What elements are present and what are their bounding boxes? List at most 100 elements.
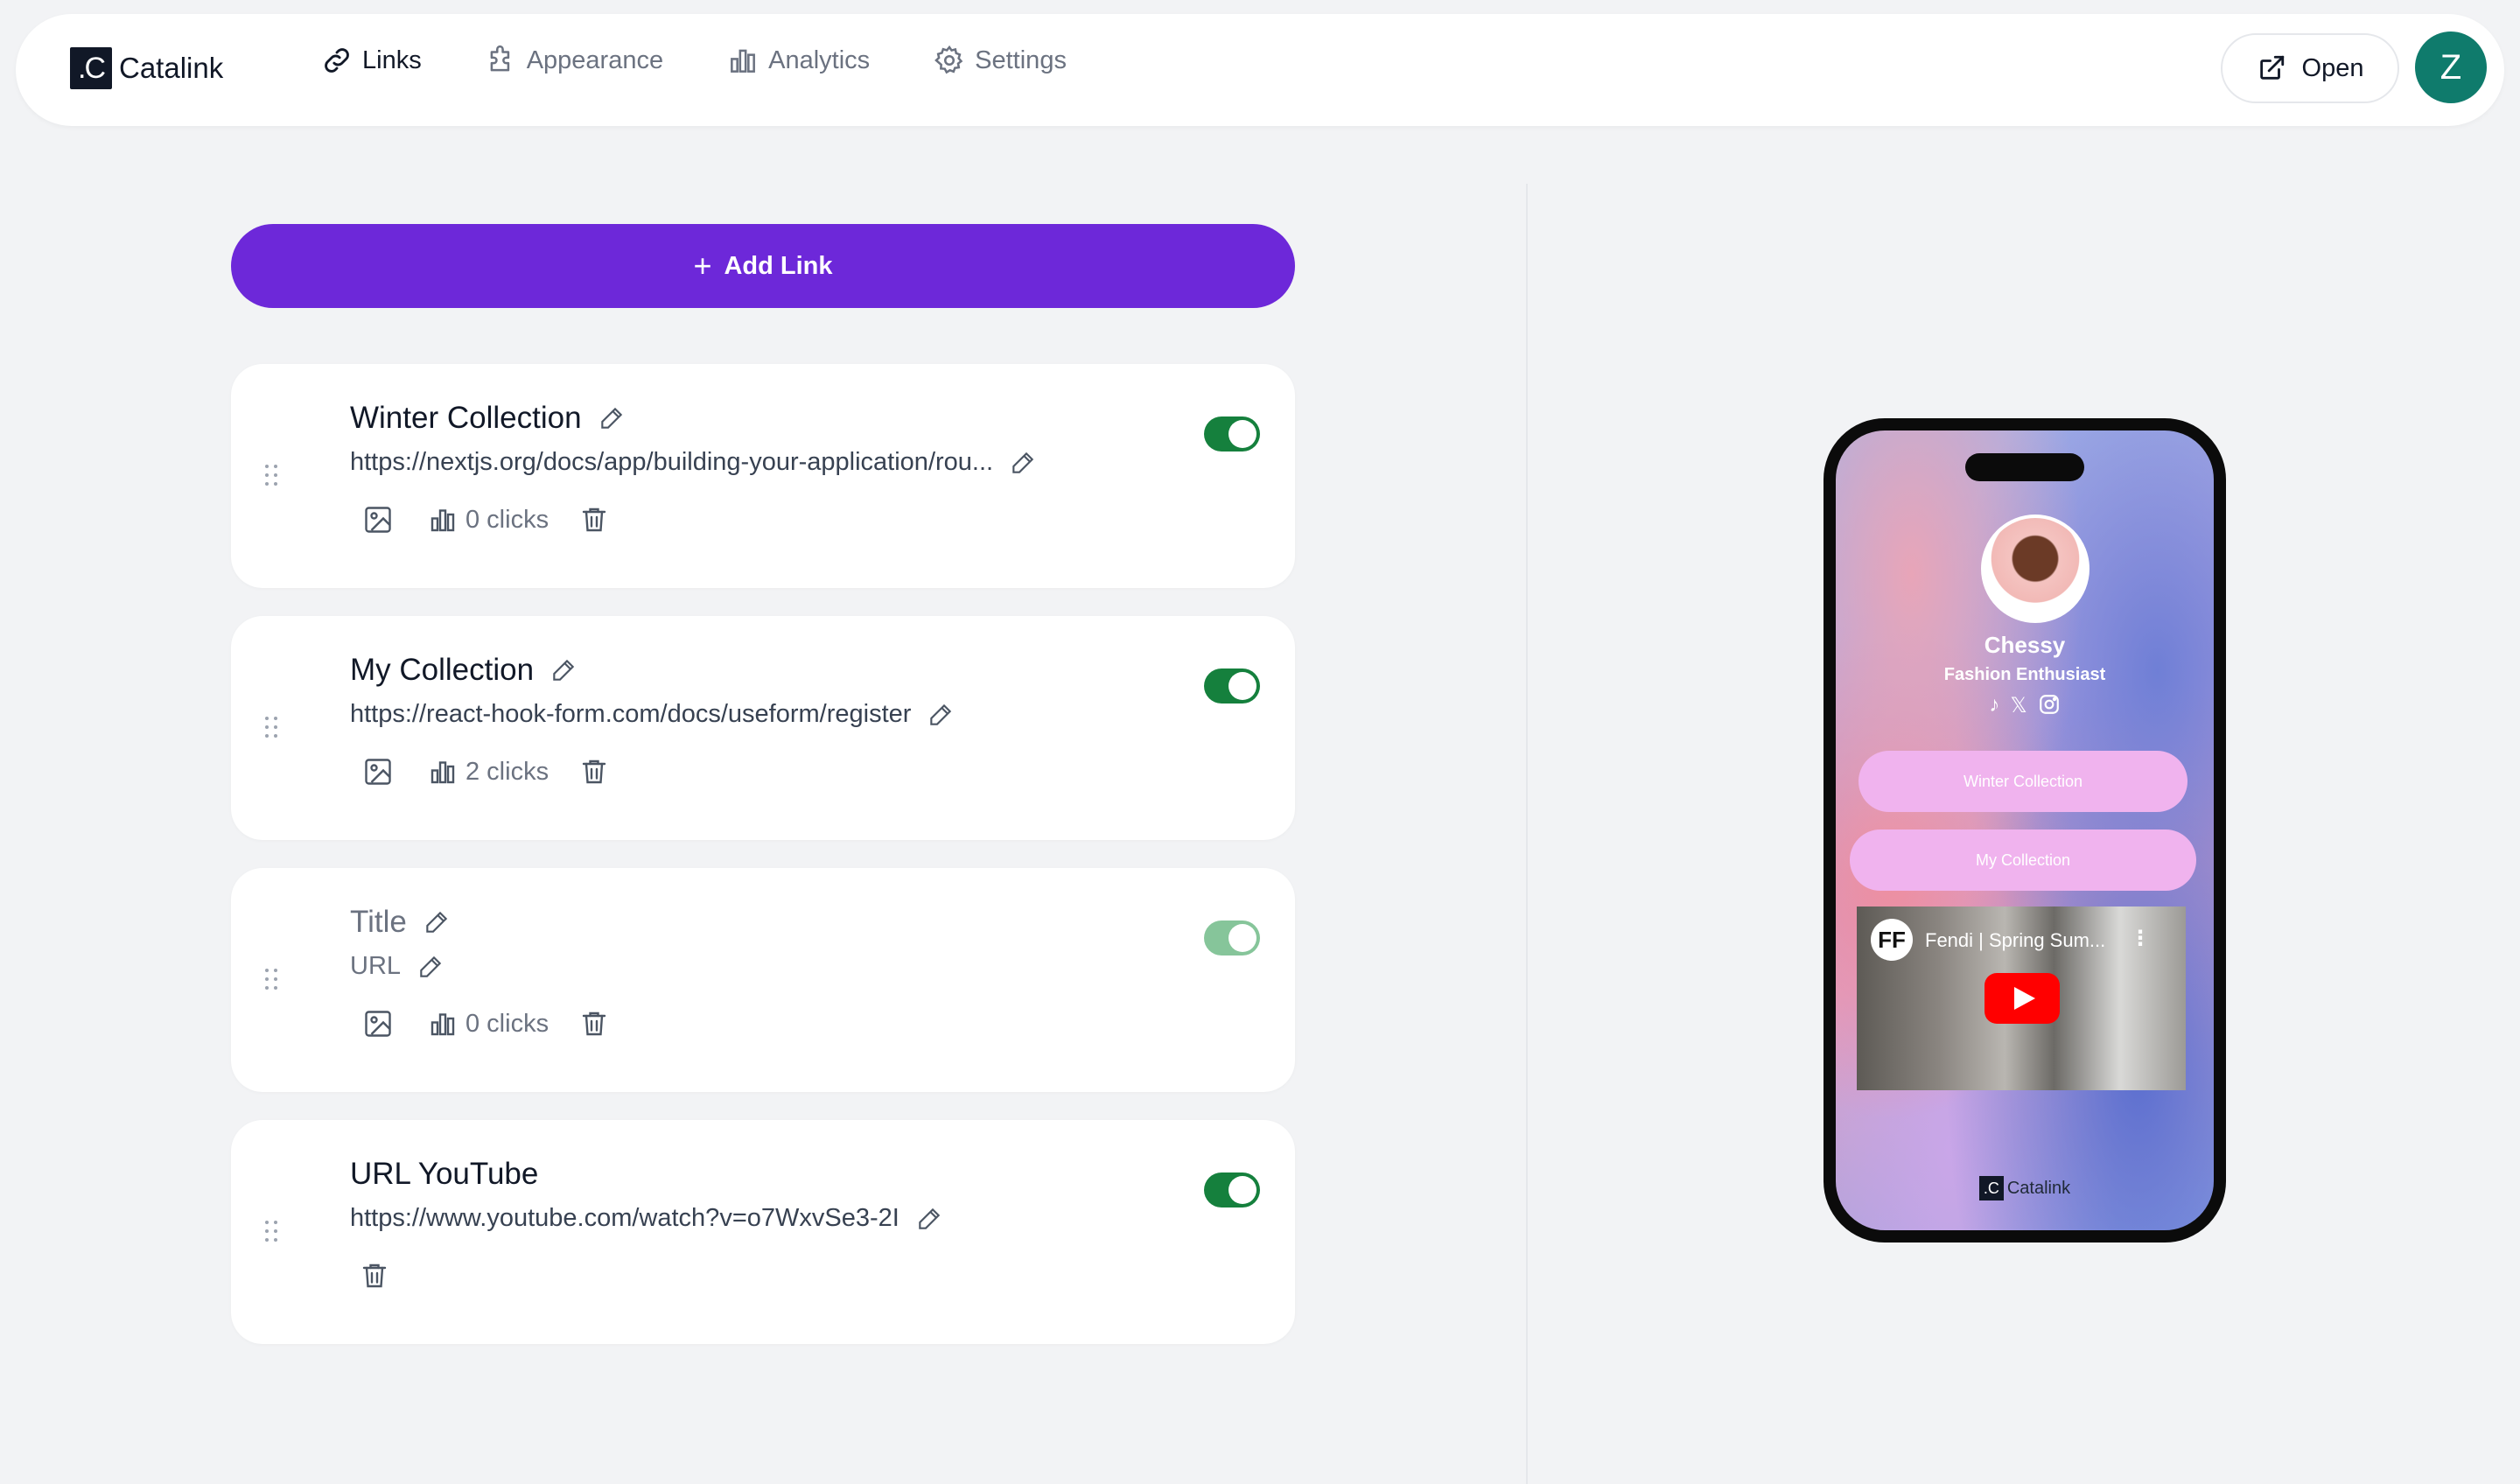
trash-icon[interactable] [578, 756, 610, 788]
link-title: Winter Collection [350, 401, 626, 436]
more-menu-icon[interactable]: ⋮ [2130, 926, 2151, 951]
trash-icon[interactable] [359, 1260, 390, 1292]
toggle-knob [1228, 672, 1256, 700]
link-meta: 0 clicks [362, 1008, 610, 1040]
link-card: Winter Collection https://nextjs.org/doc… [231, 364, 1295, 588]
clicks-stat[interactable]: 0 clicks [427, 1008, 549, 1040]
enable-toggle[interactable] [1204, 920, 1260, 956]
link-meta: 0 clicks [362, 504, 610, 536]
youtube-embed[interactable]: FF Fendi | Spring Sum... ⋮ [1857, 906, 2186, 1090]
brand-logo: .C [70, 47, 112, 89]
nav-analytics-label: Analytics [768, 46, 871, 74]
nav-appearance-label: Appearance [526, 46, 664, 74]
play-button-icon[interactable] [1984, 973, 2060, 1024]
enable-toggle[interactable] [1204, 1172, 1260, 1208]
channel-logo: FF [1871, 919, 1913, 961]
link-url-text: URL [350, 952, 402, 980]
gear-icon [934, 45, 963, 74]
link-url: https://www.youtube.com/watch?v=o7WxvSe3… [350, 1204, 943, 1233]
edit-url-icon[interactable] [416, 953, 444, 981]
brand[interactable]: .C Catalink [70, 47, 223, 89]
toggle-knob [1228, 1176, 1256, 1204]
bar-chart-icon [731, 49, 756, 73]
trash-icon[interactable] [578, 504, 610, 536]
link-title: URL YouTube [350, 1157, 538, 1192]
link-card: Title URL 0 clicks [231, 868, 1295, 1092]
link-title: My Collection [350, 653, 578, 688]
top-navbar: .C Catalink Links Appearance Analytics S… [16, 14, 2504, 126]
profile-avatar [1981, 514, 2090, 623]
image-icon[interactable] [362, 1008, 394, 1040]
edit-title-icon[interactable] [423, 908, 451, 936]
link-url-text: https://www.youtube.com/watch?v=o7WxvSe3… [350, 1204, 900, 1232]
brand-name: Catalink [119, 52, 224, 84]
clicks-count: 0 clicks [466, 1009, 550, 1038]
social-icons: ♪ 𝕏 [1836, 693, 2214, 722]
drag-handle-icon[interactable] [262, 462, 280, 488]
add-link-label: Add Link [724, 251, 833, 280]
column-divider [1526, 184, 1528, 1484]
bar-chart-icon [430, 761, 455, 784]
profile-name: Chessy [1984, 632, 2066, 658]
clicks-stat[interactable]: 2 clicks [427, 756, 549, 788]
toggle-knob [1228, 924, 1256, 952]
drag-handle-icon[interactable] [262, 966, 280, 992]
tiktok-icon[interactable]: ♪ [1989, 693, 1999, 722]
add-link-button[interactable]: + Add Link [231, 224, 1295, 308]
bar-chart-icon [430, 1013, 455, 1036]
nav-links[interactable]: Links [320, 44, 422, 77]
enable-toggle[interactable] [1204, 668, 1260, 704]
image-icon[interactable] [362, 504, 394, 536]
link-icon [325, 48, 349, 73]
clicks-stat[interactable]: 0 clicks [427, 504, 549, 536]
edit-url-icon[interactable] [1009, 449, 1037, 477]
nav-settings-label: Settings [975, 46, 1067, 74]
link-url-text: https://nextjs.org/docs/app/building-you… [350, 448, 994, 476]
footer-logo: .C [1978, 1176, 2004, 1200]
edit-title-icon[interactable] [598, 404, 626, 432]
phone-notch [1965, 453, 2084, 481]
user-avatar[interactable]: Z [2415, 32, 2487, 103]
enable-toggle[interactable] [1204, 416, 1260, 452]
clicks-count: 0 clicks [466, 505, 550, 534]
preview-link-button[interactable]: My Collection [1850, 830, 2196, 891]
youtube-card: URL YouTube https://www.youtube.com/watc… [231, 1120, 1295, 1344]
plus-icon: + [693, 248, 712, 284]
edit-url-icon[interactable] [915, 1205, 943, 1233]
edit-url-icon[interactable] [927, 701, 955, 729]
link-url: https://nextjs.org/docs/app/building-you… [350, 448, 1037, 477]
bar-chart-icon [430, 509, 455, 532]
link-title-text: URL YouTube [350, 1157, 539, 1191]
link-title-text: Title [350, 905, 407, 939]
open-label: Open [2301, 53, 2364, 82]
nav-appearance[interactable]: Appearance [485, 44, 663, 77]
x-icon[interactable]: 𝕏 [2010, 693, 2026, 722]
link-meta [359, 1260, 390, 1292]
link-title: Title [350, 905, 451, 940]
external-link-icon [2259, 55, 2284, 80]
puzzle-icon [490, 45, 509, 72]
nav-links-label: Links [362, 46, 422, 74]
instagram-icon[interactable] [2038, 693, 2061, 722]
drag-handle-icon[interactable] [262, 1218, 280, 1244]
nav-settings[interactable]: Settings [933, 44, 1067, 77]
toggle-knob [1228, 420, 1256, 448]
link-meta: 2 clicks [362, 756, 610, 788]
link-title-text: Winter Collection [350, 401, 582, 435]
link-card: My Collection https://react-hook-form.co… [231, 616, 1295, 840]
edit-title-icon[interactable] [550, 656, 578, 684]
clicks-count: 2 clicks [466, 757, 550, 786]
preview-footer: .C Catalink [1836, 1176, 2214, 1200]
drag-handle-icon[interactable] [262, 714, 280, 740]
open-button[interactable]: Open [2221, 33, 2399, 103]
link-url: https://react-hook-form.com/docs/useform… [350, 700, 955, 729]
trash-icon[interactable] [578, 1008, 610, 1040]
preview-link-button[interactable]: Winter Collection [1858, 751, 2188, 812]
link-url: URL [350, 952, 444, 981]
nav-analytics[interactable]: Analytics [726, 44, 870, 77]
image-icon[interactable] [362, 756, 394, 788]
footer-brand: Catalink [2006, 1178, 2071, 1198]
profile-bio: Fashion Enthusiast [1943, 665, 2106, 684]
link-title-text: My Collection [350, 653, 535, 687]
phone-preview: Chessy Fashion Enthusiast ♪ 𝕏 Winter Col… [1824, 418, 2226, 1242]
